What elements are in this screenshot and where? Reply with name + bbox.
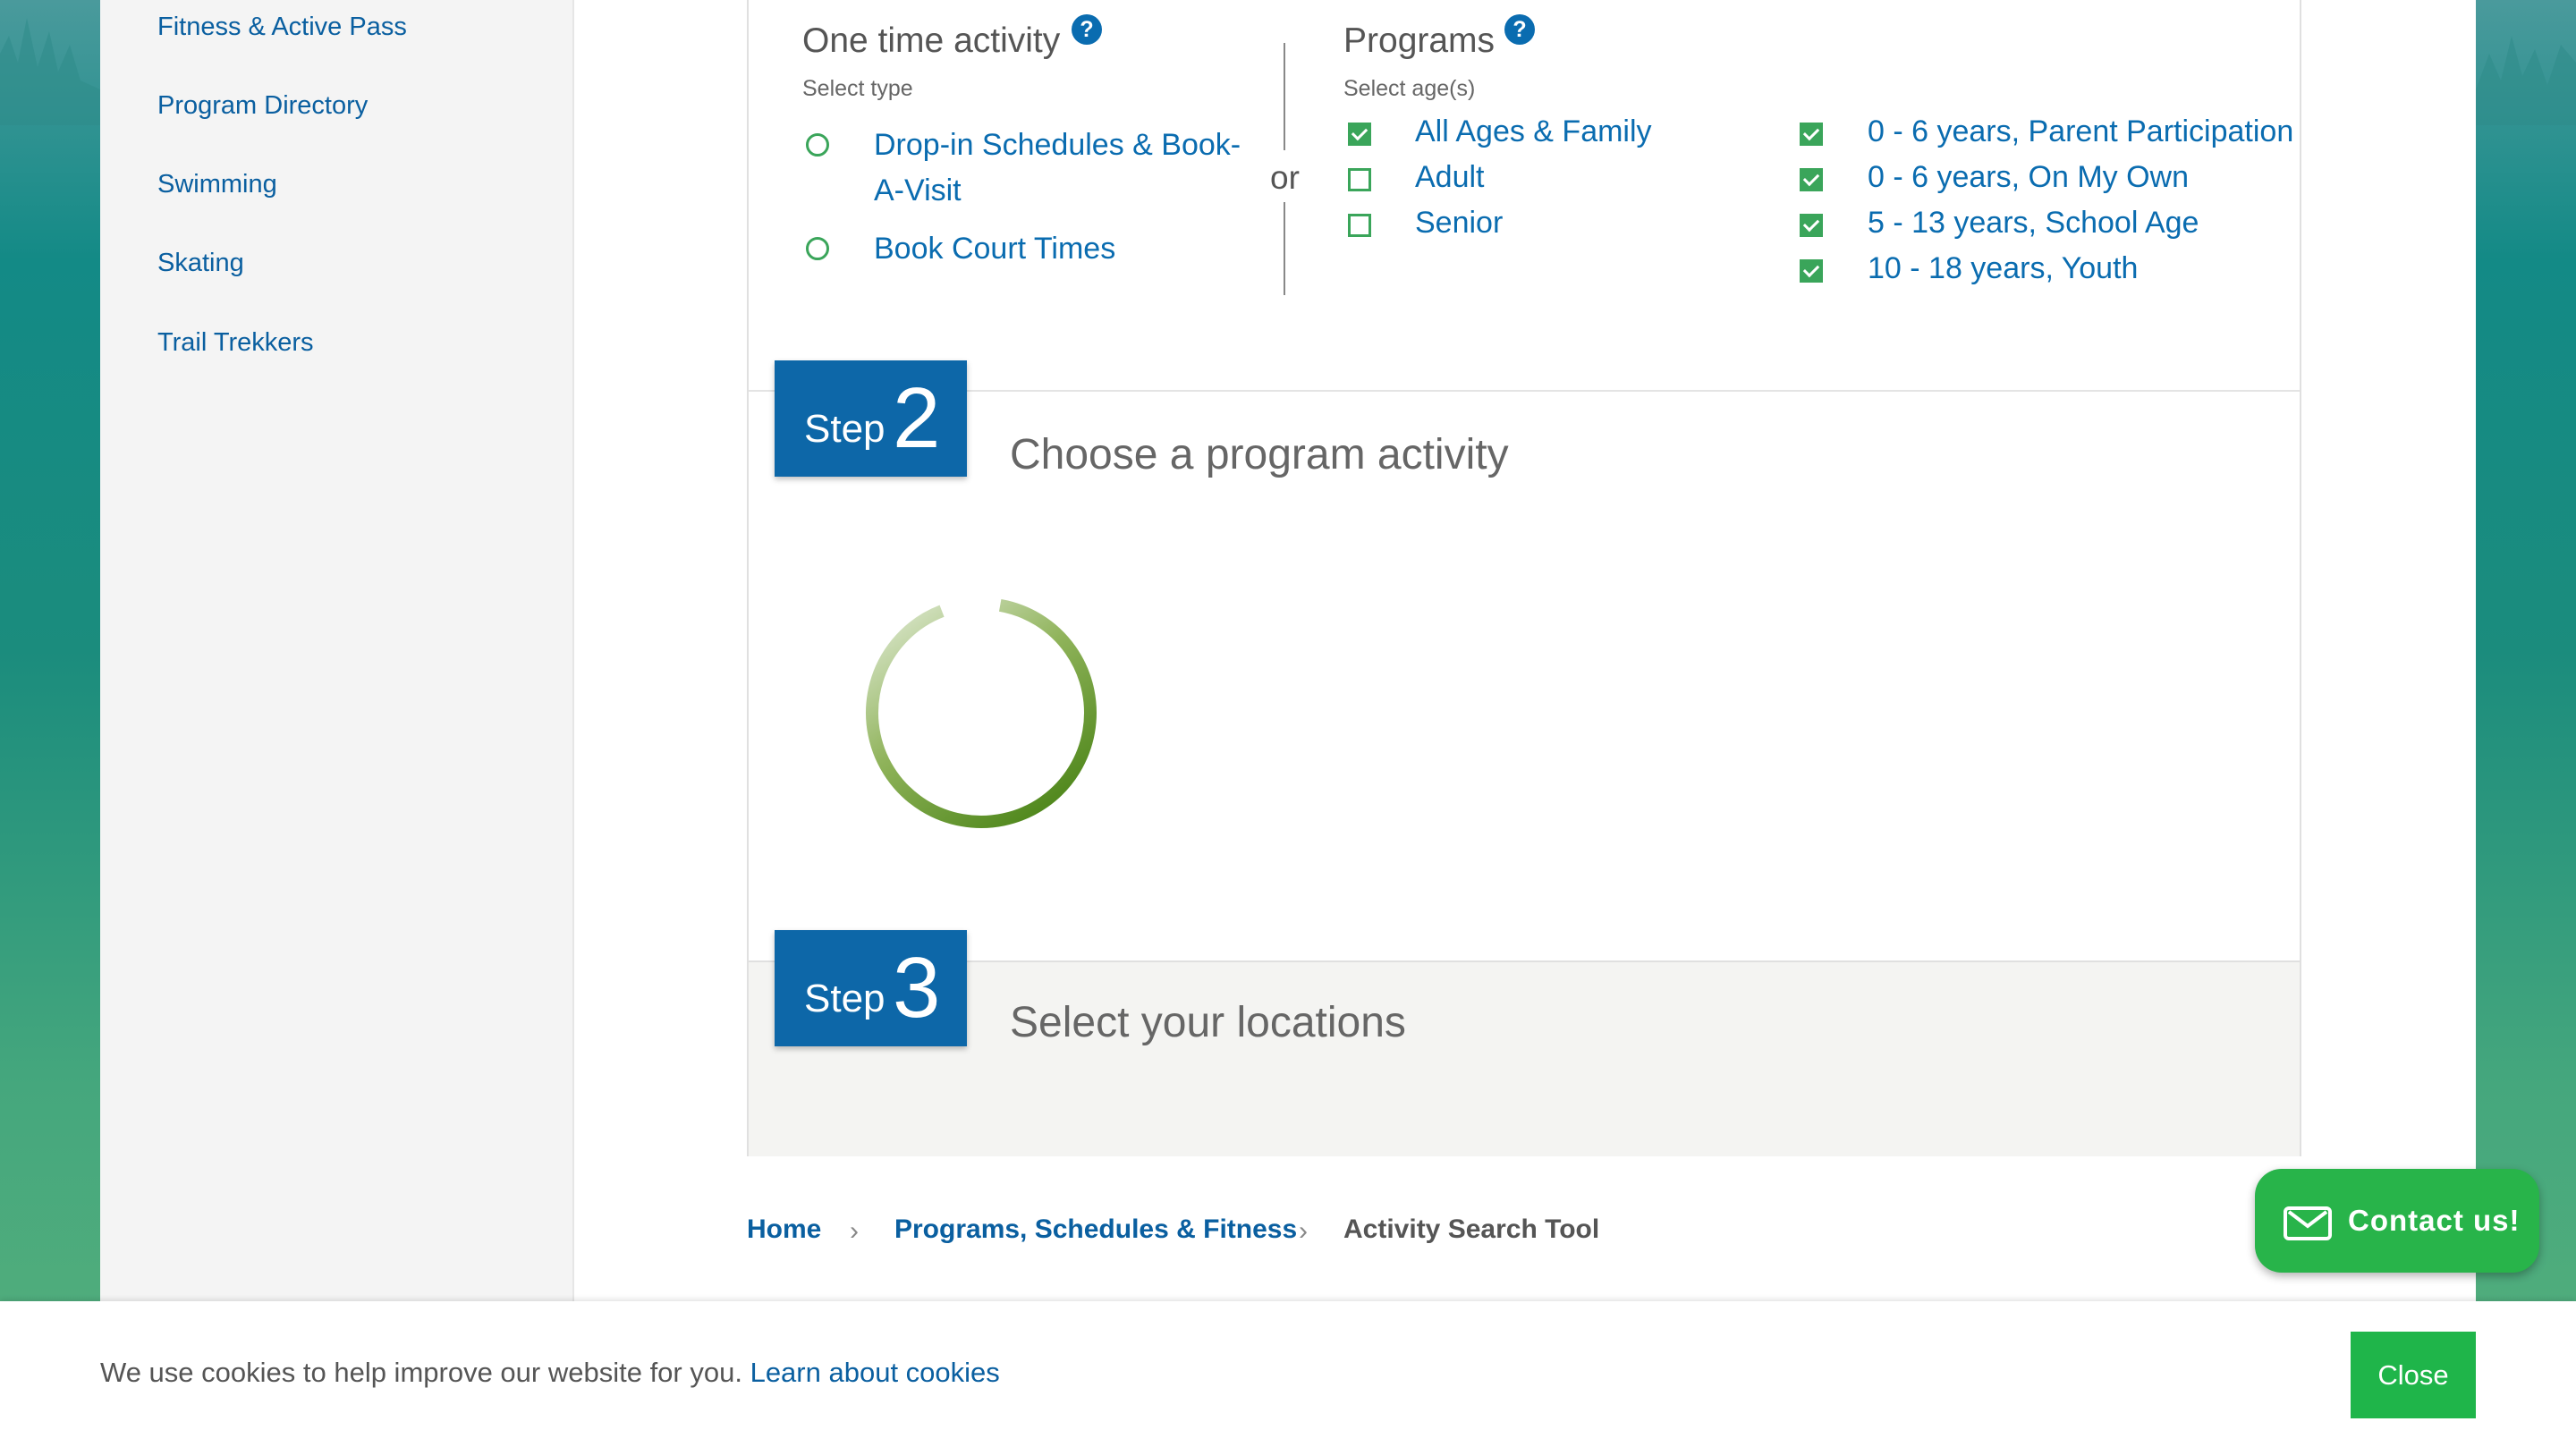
forest-decoration-left	[0, 18, 100, 125]
sidebar-item-trail-trekkers[interactable]: Trail Trekkers	[157, 328, 314, 358]
step2-number: 2	[893, 370, 941, 466]
breadcrumb-home[interactable]: Home	[747, 1214, 821, 1245]
or-divider-top	[1284, 43, 1285, 150]
step2-divider	[749, 390, 2300, 392]
programs-help-icon[interactable]: ?	[1504, 14, 1535, 45]
cookie-close-button[interactable]: Close	[2351, 1332, 2476, 1418]
cookie-message: We use cookies to help improve our websi…	[100, 1357, 1000, 1389]
step3-number: 3	[893, 940, 941, 1036]
age-5-13-school-label[interactable]: 5 - 13 years, School Age	[1868, 206, 2199, 241]
one-time-activity-title: One time activity	[802, 21, 1061, 60]
checkbox-all-ages[interactable]	[1348, 123, 1371, 146]
contact-us-label: Contact us!	[2348, 1204, 2521, 1237]
sidebar-item-swimming[interactable]: Swimming	[157, 170, 277, 199]
sidebar-item-fitness-active-pass[interactable]: Fitness & Active Pass	[157, 13, 407, 42]
cookie-banner: We use cookies to help improve our websi…	[0, 1301, 2576, 1447]
sidebar-nav: Fitness & Active Pass Program Directory …	[100, 0, 574, 1301]
step2-badge: Step 2	[775, 360, 967, 477]
loading-spinner-icon	[866, 597, 1097, 828]
step3-word: Step	[804, 977, 886, 1020]
option-book-court-label[interactable]: Book Court Times	[874, 226, 1115, 272]
checkbox-0-6-own[interactable]	[1800, 168, 1823, 191]
contact-us-button[interactable]: Contact us!	[2255, 1169, 2539, 1273]
step3-section	[749, 960, 2300, 1156]
age-all-ages-label[interactable]: All Ages & Family	[1415, 114, 1652, 149]
checkbox-5-13-school[interactable]	[1800, 214, 1823, 237]
one-time-subtitle: Select type	[802, 76, 913, 101]
step2-title: Choose a program activity	[1010, 431, 1509, 478]
programs-title: Programs	[1343, 21, 1496, 60]
radio-drop-in[interactable]	[806, 133, 829, 157]
step3-badge: Step 3	[775, 930, 967, 1046]
breadcrumb-current: Activity Search Tool	[1343, 1214, 1600, 1244]
cookie-text: We use cookies to help improve our websi…	[100, 1357, 742, 1388]
chevron-right-icon: ›	[1299, 1216, 1308, 1246]
programs-subtitle: Select age(s)	[1343, 76, 1476, 101]
one-time-help-icon[interactable]: ?	[1072, 14, 1102, 45]
age-senior-label[interactable]: Senior	[1415, 206, 1503, 241]
sidebar-item-skating[interactable]: Skating	[157, 249, 244, 278]
step2-word: Step	[804, 407, 886, 451]
checkbox-adult[interactable]	[1348, 168, 1371, 191]
learn-about-cookies-link[interactable]: Learn about cookies	[750, 1357, 1000, 1388]
age-10-18-youth-label[interactable]: 10 - 18 years, Youth	[1868, 251, 2138, 286]
checkbox-0-6-parent[interactable]	[1800, 123, 1823, 146]
step3-title: Select your locations	[1010, 999, 1406, 1046]
forest-decoration-right	[2476, 36, 2576, 125]
envelope-icon	[2284, 1206, 2332, 1240]
checkbox-10-18-youth[interactable]	[1800, 259, 1823, 283]
checkbox-senior[interactable]	[1348, 214, 1371, 237]
or-divider-bottom	[1284, 202, 1285, 295]
option-drop-in-label[interactable]: Drop-in Schedules & Book-A-Visit	[874, 123, 1267, 214]
breadcrumb-programs-schedules-fitness[interactable]: Programs, Schedules & Fitness	[894, 1214, 1297, 1245]
age-0-6-own-label[interactable]: 0 - 6 years, On My Own	[1868, 160, 2189, 195]
age-0-6-parent-label[interactable]: 0 - 6 years, Parent Participation	[1868, 114, 2293, 149]
or-label: or	[1270, 159, 1300, 196]
radio-book-court[interactable]	[806, 237, 829, 260]
sidebar-item-program-directory[interactable]: Program Directory	[157, 91, 368, 121]
age-adult-label[interactable]: Adult	[1415, 160, 1485, 195]
chevron-right-icon: ›	[850, 1216, 859, 1246]
